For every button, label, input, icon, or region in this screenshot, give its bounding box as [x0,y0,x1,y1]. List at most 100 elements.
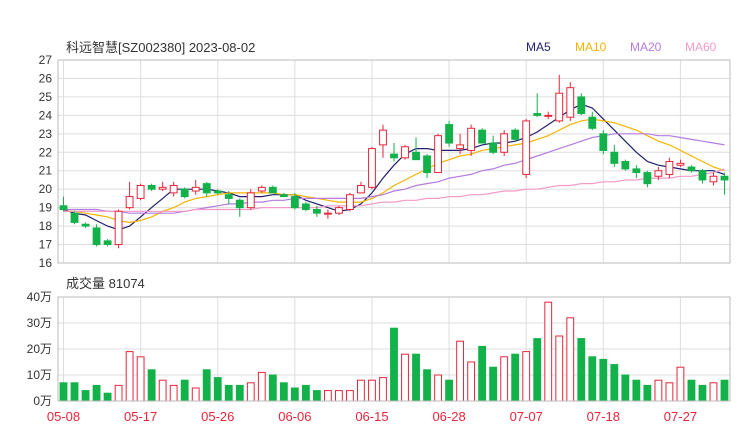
candle [434,133,442,174]
price-tick-label: 21 [39,164,53,178]
candle-body [279,194,288,198]
candle-body [720,175,729,181]
volume-bars [59,301,729,402]
candle [301,202,310,212]
price-tick-label: 20 [39,182,53,196]
candle [357,181,365,194]
volume-bar [169,384,178,402]
candle [257,185,266,193]
candle [180,187,189,199]
candle-body [434,135,442,174]
candle-body [412,151,420,161]
candle [643,170,652,188]
volume-bar [323,390,332,402]
volume-bar [103,392,112,402]
volume-bar [213,377,222,402]
candle [235,198,244,217]
volume-bar [357,379,365,402]
volume-bar [566,317,575,402]
volume-bar [599,358,608,402]
volume-bar [654,379,663,402]
legend-entry-ma60: MA60 [685,40,717,54]
price-tick-label: 24 [39,108,53,122]
candle-body [467,127,476,151]
price-tick-label: 16 [39,256,53,270]
price-tick-label: 25 [39,90,53,104]
volume-bar [312,390,321,402]
legend-entry-ma20: MA20 [630,40,662,54]
x-tick-label: 07-18 [587,409,620,424]
volume-y-axis: 40万 30万 20万 10万 0万 [27,290,52,408]
candle-body [158,186,167,190]
candle [709,172,718,186]
volume-bar [202,369,211,402]
candle [687,165,696,173]
candle-body [489,142,498,153]
volume-bar [500,356,509,402]
candle [588,111,597,131]
candle [467,124,476,156]
price-tick-label: 27 [39,53,53,67]
volume-bar [158,379,167,402]
volume-bar [224,384,233,402]
volume-bar [290,387,299,402]
volume-bar [423,369,431,402]
candle [323,209,332,219]
x-tick-label: 05-08 [47,409,80,424]
candle [566,82,575,121]
candle-body [169,184,178,194]
volume-bar [125,351,134,402]
volume-bar [533,338,542,402]
candle-body [687,166,696,172]
candle [401,144,409,160]
volume-bar [434,374,442,402]
volume-bar [489,366,498,402]
candle [279,192,288,198]
x-tick-label: 07-27 [664,409,697,424]
price-tick-label: 23 [39,127,53,141]
candle-body [621,161,630,170]
volume-bar [235,384,244,402]
candle [268,185,277,194]
candle [599,130,608,155]
candle-body [456,144,465,150]
volume-bar [301,384,310,402]
candle [456,133,465,155]
volume-bar [456,340,465,402]
volume-bar [610,364,619,402]
candle-body [643,172,652,185]
candle [103,239,112,247]
candle [522,119,531,179]
candle-body [522,120,531,175]
candle [698,168,707,184]
candle-body [401,146,409,159]
volume-bar [246,382,255,402]
candle-body [59,205,68,210]
volume-bar [544,301,553,402]
volume-bar [92,384,101,402]
volume-bar [621,374,630,402]
volume-bar [698,384,707,402]
volume-tick-label: 0万 [33,394,52,408]
candle [665,157,674,179]
candle-body [390,153,398,159]
candle-body [555,92,564,122]
price-tick-label: 18 [39,219,53,233]
volume-bar [346,390,354,402]
candle-body [301,203,310,210]
volume-bar [59,382,68,402]
volume-bar [147,369,156,402]
candle [368,146,376,190]
volume-bar [643,384,652,402]
candle-body [533,113,542,116]
volume-bar [268,374,277,402]
volume-bar [588,356,597,402]
x-axis: 05-08 05-17 05-26 06-06 06-15 06-28 07-07 07-18… [47,409,697,424]
volume-bar [632,379,641,402]
candle [191,179,200,195]
candle-body [423,155,431,174]
legend-entry-ma10: MA10 [575,40,607,54]
volume-bar [335,390,343,402]
candle [379,124,387,158]
candle [70,211,79,225]
